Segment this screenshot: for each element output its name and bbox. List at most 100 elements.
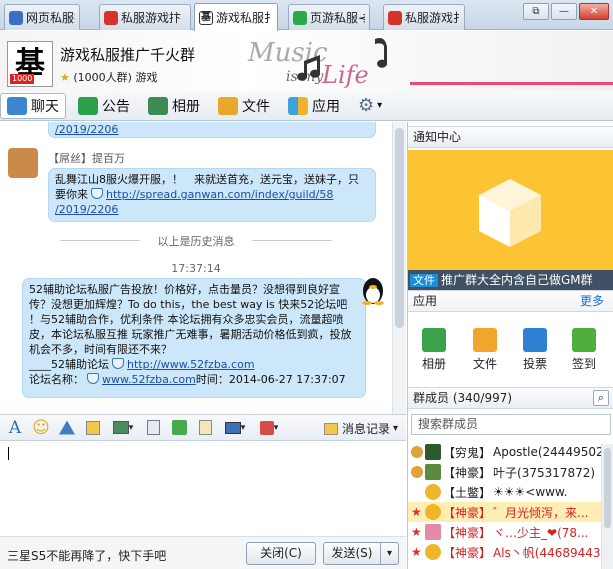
header-accent-bar [410, 82, 613, 85]
app-files[interactable]: 文件 [465, 328, 505, 372]
tab-private-game-2[interactable]: 私服游戏扌 [383, 4, 465, 30]
megaphone-icon [78, 96, 98, 115]
image-button[interactable]: ▾ [108, 418, 138, 438]
member-row[interactable]: 【土鳖】 ☀☀☀<www. [408, 482, 613, 502]
footer-ad-text[interactable]: 三星S5不能再降了，快下手吧 [7, 547, 166, 564]
gear-icon: ⚙ [358, 95, 375, 116]
member-role: 【土鳖】 [443, 485, 492, 500]
message-link-continued[interactable]: /2019/2206 [55, 203, 118, 216]
chart-icon [523, 328, 547, 352]
history-link[interactable]: /2019/2206 [55, 123, 118, 136]
admin-star-icon: ★ [411, 545, 422, 559]
tab-web-private-server[interactable]: 网页私服抃 [4, 4, 80, 30]
document-icon [146, 420, 160, 435]
chevron-down-icon: ▾ [240, 422, 246, 433]
group-chat-window: 网页私服抃 私服游戏抃 基 游戏私服扌 页游私服⊰ 私服游戏扌 ⧉ — ✕ 基 … [0, 0, 613, 569]
close-button[interactable]: 关闭(C) [246, 542, 316, 565]
app-vote[interactable]: 投票 [515, 328, 555, 372]
tab-album[interactable]: 相册 [142, 93, 206, 119]
gift-icon [259, 420, 274, 435]
screenshot-button[interactable]: ▾ [220, 418, 250, 438]
message-timestamp: 17:37:14 [171, 262, 221, 275]
send-options-arrow[interactable]: ▾ [380, 543, 398, 564]
restore-button[interactable]: ⧉ [523, 3, 549, 20]
close-window-button[interactable]: ✕ [579, 3, 609, 20]
message-record-button[interactable]: 消息记录 ▾ [323, 420, 398, 437]
tab-chat-label: 聊天 [31, 98, 59, 115]
folder-icon [473, 328, 497, 352]
gift-button[interactable]: ▾ [254, 418, 284, 438]
app-checkin[interactable]: 签到 [564, 328, 604, 372]
message-input[interactable] [0, 441, 406, 536]
member-qq-avatar [425, 544, 441, 560]
settings-button[interactable]: ⚙ ▾ [352, 93, 388, 119]
tab-apps-label: 应用 [312, 98, 340, 115]
member-role: 【神豪】 [443, 505, 492, 520]
notice-banner[interactable]: 文件 推广群大全内含自己做GM群 [408, 150, 613, 290]
member-row[interactable]: 【神豪】 叶子(375317872) [408, 462, 613, 482]
scrollbar-thumb[interactable] [395, 128, 404, 328]
member-role: 【神豪】 [443, 545, 492, 560]
app-checkin-label: 签到 [571, 357, 596, 371]
member-avatar [425, 444, 441, 460]
music-note-icon [375, 38, 388, 68]
notice-center-header: 通知中心 [408, 126, 613, 148]
tab-apps[interactable]: 应用 [282, 93, 346, 119]
chat-message-area[interactable]: /2019/2206 【屌丝】提百万 乱舞江山8服火爆开服，！ 来就送首充，送元… [0, 122, 406, 414]
tab-label: 私服游戏扌 [405, 11, 460, 25]
send-button[interactable]: 发送(S) ▾ [323, 542, 399, 565]
member-row[interactable]: ★ 【神豪】 ヾ…少主_❤(78... [408, 522, 613, 542]
deco-word-3: Life [321, 61, 369, 89]
member-list-scrollbar[interactable] [601, 444, 613, 569]
file-box-icon [479, 179, 541, 247]
sender-avatar[interactable] [8, 148, 38, 178]
file-button[interactable] [142, 418, 164, 438]
member-row[interactable]: ★ 【神豪】 ゛月光倾泻，来... [408, 502, 613, 522]
notice-text: 推广群大全内含自己做GM群 [441, 273, 593, 287]
shake-button[interactable] [56, 418, 78, 438]
tab-announcement[interactable]: 公告 [72, 93, 136, 119]
member-row[interactable]: ★ 【神豪】 Als丶帆(44689443) [408, 542, 613, 562]
album-icon [422, 328, 446, 352]
message-text-line: ____52辅助论坛 [29, 358, 109, 371]
message-sender-name[interactable]: 【屌丝】提百万 [48, 150, 125, 166]
qq-penguin-avatar[interactable] [360, 276, 386, 306]
group-function-toolbar: 聊天 公告 相册 文件 应用 ⚙ ▾ [0, 91, 613, 121]
app-album[interactable]: 相册 [414, 328, 454, 372]
message-link[interactable]: http://www.52fzba.com [127, 358, 255, 371]
members-header: 群成员 (340/997) ⌕ [408, 387, 613, 409]
tab-chat[interactable]: 聊天 [0, 92, 66, 119]
apps-more-link[interactable]: 更多 [580, 291, 604, 311]
app-files-label: 文件 [472, 357, 497, 371]
group-size-badge: 1000 [10, 74, 35, 84]
tab-page-game[interactable]: 页游私服⊰ [288, 4, 370, 30]
minimize-button[interactable]: — [551, 3, 577, 20]
tab-files[interactable]: 文件 [212, 93, 276, 119]
chat-scrollbar[interactable] [392, 122, 406, 414]
qq-group-icon [9, 10, 23, 25]
tab-private-game-1[interactable]: 私服游戏抃 [99, 4, 191, 30]
input-toolbar: A ☺ ▾ ▾ ▾ 消息记录 ▾ [0, 414, 406, 441]
safe-link-shield-icon [112, 358, 124, 369]
apps-grid-icon [288, 96, 308, 115]
admin-star-icon: ★ [411, 525, 422, 539]
group-avatar-icon [293, 10, 307, 25]
member-user-icon [411, 466, 423, 478]
member-row[interactable]: 【穷鬼】 Apostle(24449502 [408, 442, 613, 462]
message-time-label: 时间： [195, 373, 229, 386]
message-link[interactable]: http://spread.ganwan.com/index/guild/58 [106, 188, 333, 201]
member-search-input[interactable]: 搜索群成员 [411, 414, 611, 435]
tab-game-private-active[interactable]: 基 游戏私服扌 [194, 3, 278, 31]
doodle-button[interactable] [82, 418, 104, 438]
scrollbar-thumb[interactable] [604, 448, 611, 528]
search-icon[interactable]: ⌕ [593, 390, 609, 406]
emoji-button[interactable]: ☺ [30, 418, 52, 438]
group-avatar[interactable]: 基 1000 [7, 41, 53, 87]
picture-icon [148, 96, 168, 115]
music-button[interactable] [168, 418, 190, 438]
font-button[interactable]: A [4, 418, 26, 438]
clipboard-button[interactable] [194, 418, 216, 438]
group-subtitle-text: (1000人群) 游戏 [73, 71, 158, 84]
message-link[interactable]: www.52fzba.com [102, 373, 196, 386]
chat-footer: 三星S5不能再降了，快下手吧 关闭(C) 发送(S) ▾ [0, 536, 406, 569]
